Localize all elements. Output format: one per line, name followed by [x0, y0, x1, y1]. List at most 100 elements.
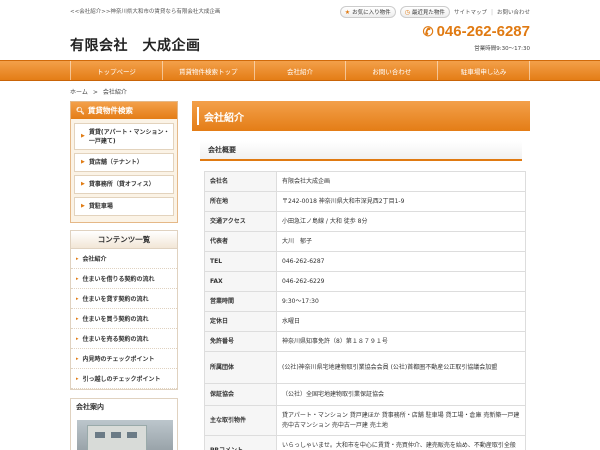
table-row: 交通アクセス 小田急江ノ島線 / 大和 徒歩 8分	[204, 211, 526, 232]
row-key: 代表者	[204, 231, 277, 252]
row-value: 大川 郁子	[276, 231, 526, 252]
sidebar-item-rent-flow[interactable]: ▸ 住まいを借りる契約の流れ	[71, 269, 177, 289]
category-label: 貸事務所（貸オフィス）	[88, 181, 155, 188]
row-key: 保証協会	[204, 383, 277, 406]
sidebar-contents-title: コンテンツ一覧	[71, 231, 177, 249]
table-row: 所属団体 (公社)神奈川県宅地建物取引業協会会員 (公社)首都圏不動産公正取引協議…	[204, 351, 526, 384]
sidebar-item-label: 住まいを売る契約の流れ	[82, 336, 149, 343]
row-value: 046-262-6287	[276, 251, 526, 272]
favorites-button[interactable]: ★ お気に入り物件	[339, 6, 396, 18]
table-row: TEL 046-262-6287	[204, 251, 526, 272]
row-key: 交通アクセス	[204, 211, 277, 232]
main-content: 会社紹介 会社概要 会社名 有限会社大成企画 所在地 〒242-0018 神奈川県大…	[192, 101, 530, 450]
row-value: 046-262-6229	[276, 271, 526, 292]
sidebar-item-label: 住まいを貸す契約の流れ	[82, 296, 149, 303]
window-shape	[111, 432, 121, 438]
row-key: 所属団体	[204, 351, 277, 384]
nav-parking[interactable]: 駐車場申し込み	[437, 61, 530, 80]
row-key: 営業時間	[204, 291, 277, 312]
breadcrumb-current: 会社紹介	[102, 89, 127, 96]
category-residential[interactable]: ▶ 賃貸(アパート・マンション・一戸建て)	[74, 123, 174, 150]
sidebar-item-moving-check[interactable]: ▸ 引っ越しのチェックポイント	[71, 369, 177, 389]
arrow-icon: ▶	[81, 158, 85, 165]
row-key: 定休日	[204, 311, 277, 332]
recent-button[interactable]: ◷ 最近見た物件	[399, 6, 450, 18]
arrow-icon: ▸	[76, 355, 79, 362]
row-key: TEL	[204, 251, 277, 272]
section-heading: 会社概要	[200, 141, 522, 161]
table-row: 定休日 水曜日	[204, 311, 526, 332]
row-value: (公社)神奈川県宅地建物取引業協会会員 (公社)首都圏不動産公正取引協議会加盟	[276, 351, 526, 384]
company-info-table: 会社名 有限会社大成企画 所在地 〒242-0018 神奈川県大和市深見西2丁目1-…	[204, 171, 526, 450]
category-office[interactable]: ▶ 貸事務所（貸オフィス）	[74, 175, 174, 194]
sidebar-search-title-text: 賃貸物件検索	[87, 106, 133, 115]
sidebar-item-company[interactable]: ▸ 会社紹介	[71, 249, 177, 269]
favorites-label: お気に入り物件	[352, 10, 391, 16]
page-title: 会社紹介	[192, 101, 530, 131]
table-row: 会社名 有限会社大成企画	[204, 171, 526, 192]
nav-company[interactable]: 会社紹介	[253, 61, 346, 80]
divider: |	[490, 8, 493, 16]
nav-top[interactable]: トップページ	[70, 61, 162, 80]
site-tagline: <<会社紹介>>神奈川県大和市の賃貸なら有限会社大成企画	[70, 9, 221, 15]
category-parking[interactable]: ▶ 貸駐車場	[74, 197, 174, 216]
nav-search-top[interactable]: 賃貸物件検索トップ	[161, 61, 254, 80]
arrow-icon: ▶	[81, 202, 85, 209]
table-row: 営業時間 9:30～17:30	[204, 291, 526, 312]
row-key: 免許番号	[204, 331, 277, 352]
row-value: 9:30～17:30	[276, 291, 526, 312]
table-row: 所在地 〒242-0018 神奈川県大和市深見西2丁目1-9	[204, 191, 526, 212]
row-value: 水曜日	[276, 311, 526, 332]
sidebar-item-label: 会社紹介	[82, 256, 107, 263]
row-key: 主な取引物件	[204, 405, 277, 436]
row-value: 有限会社大成企画	[276, 171, 526, 192]
sidebar-item-label: 住まいを買う契約の流れ	[82, 316, 149, 323]
table-row: 主な取引物件 貸アパート・マンション 貸戸建ほか 貸事務所・店舗 駐車場 貸工場・…	[204, 405, 526, 436]
clock-icon: ◷	[404, 8, 410, 16]
nav-contact[interactable]: お問い合わせ	[345, 61, 437, 80]
sidebar-item-label: 内見時のチェックポイント	[82, 356, 155, 363]
sidebar-item-sell-flow[interactable]: ▸ 住まいを売る契約の流れ	[71, 329, 177, 349]
contact-link[interactable]: お問い合わせ	[497, 8, 530, 16]
arrow-icon: ▸	[76, 335, 79, 342]
window-shape	[95, 432, 105, 438]
arrow-icon: ▶	[81, 132, 85, 139]
company-photo[interactable]	[77, 420, 173, 450]
sidebar-search-title: 🔍︎ 賃貸物件検索	[71, 102, 177, 119]
star-icon: ★	[344, 8, 351, 16]
recent-label: 最近見た物件	[411, 10, 445, 16]
category-label: 貸店舗（テナント）	[88, 159, 143, 166]
sidebar-item-label: 引っ越しのチェックポイント	[82, 376, 161, 383]
row-value: 〒242-0018 神奈川県大和市深見西2丁目1-9	[276, 191, 526, 212]
sidebar-company-box: 会社案内	[70, 398, 178, 450]
sidebar-item-viewing-check[interactable]: ▸ 内見時のチェックポイント	[71, 349, 177, 369]
breadcrumb-separator: >	[92, 89, 98, 96]
row-key: PRコメント	[204, 435, 277, 450]
sidebar-search-box: 🔍︎ 賃貸物件検索 ▶ 賃貸(アパート・マンション・一戸建て) ▶ 貸店舗（テナ…	[70, 101, 178, 223]
breadcrumb: ホーム > 会社紹介	[70, 87, 127, 96]
table-row: FAX 046-262-6229	[204, 271, 526, 292]
window-shape	[127, 432, 137, 438]
row-value: いらっしゃいませ。大和市を中心に賃貸・売買仲介、建売販売を始め、不動産取引全般を…	[276, 435, 526, 450]
company-logo[interactable]: 有限会社 大成企画	[70, 35, 201, 55]
table-row: 代表者 大川 郁子	[204, 231, 526, 252]
table-row: PRコメントいらっしゃいませ。大和市を中心に賃貸・売買仲介、建売販売を始め、不動…	[204, 435, 526, 450]
breadcrumb-home[interactable]: ホーム	[70, 89, 88, 96]
category-label: 貸駐車場	[88, 203, 113, 210]
sidebar-item-buy-flow[interactable]: ▸ 住まいを買う契約の流れ	[71, 309, 177, 329]
business-hours: 営業時間9:30～17:30	[474, 46, 530, 52]
category-store[interactable]: ▶ 貸店舗（テナント）	[74, 153, 174, 172]
sidebar-item-lease-flow[interactable]: ▸ 住まいを貸す契約の流れ	[71, 289, 177, 309]
arrow-icon: ▸	[76, 255, 79, 262]
table-row: 免許番号 神奈川県知事免許（8）第１８７９１号	[204, 331, 526, 352]
arrow-icon: ▸	[76, 275, 79, 282]
phone-number: ✆ 046-262-6287	[423, 23, 530, 40]
row-key: 会社名	[204, 171, 277, 192]
sitemap-link[interactable]: サイトマップ	[454, 8, 487, 16]
row-key: FAX	[204, 271, 277, 292]
sidebar-company-title: 会社案内	[71, 399, 177, 415]
sidebar-item-label: 住まいを借りる契約の流れ	[82, 276, 155, 283]
row-value: 神奈川県知事免許（8）第１８７９１号	[276, 331, 526, 352]
sidebar-contents: コンテンツ一覧 ▸ 会社紹介 ▸ 住まいを借りる契約の流れ ▸ 住まいを貸す契約の流れ…	[70, 230, 178, 390]
row-value: 貸アパート・マンション 貸戸建ほか 貸事務所・店舗 駐車場 貸工場・倉庫 売新築…	[276, 405, 526, 436]
